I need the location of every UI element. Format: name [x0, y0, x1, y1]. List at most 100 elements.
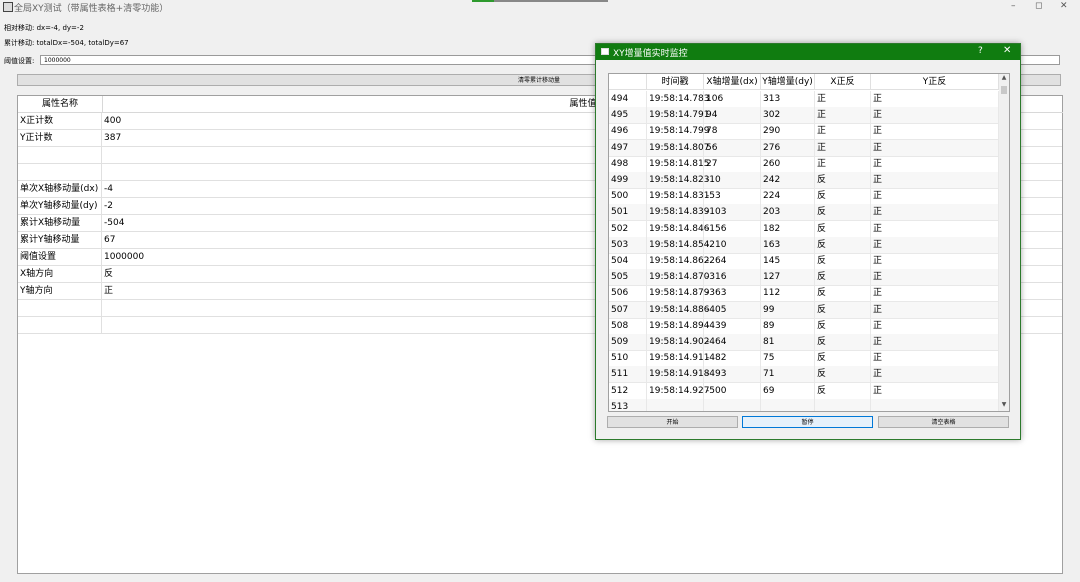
dy-cell[interactable]: 276 [761, 139, 815, 156]
x-sign-cell[interactable]: 反 [815, 285, 871, 302]
property-name-cell[interactable]: 单次Y轴移动量(dy) [18, 198, 102, 214]
close-button[interactable]: ✕ [1060, 1, 1068, 11]
row-number-header[interactable] [609, 74, 647, 90]
dx-cell[interactable]: -464 [704, 334, 761, 350]
row-number-cell[interactable]: 507 [609, 301, 647, 318]
dy-cell[interactable]: 127 [761, 269, 815, 286]
minimize-button[interactable]: – [1011, 1, 1016, 11]
y-sign-cell[interactable]: 正 [871, 139, 999, 156]
timestamp-cell[interactable]: 19:58:14.846 [647, 220, 709, 237]
dx-cell[interactable]: -264 [704, 253, 761, 269]
dx-cell[interactable]: -363 [704, 285, 761, 302]
dy-cell[interactable]: 71 [761, 366, 815, 383]
dx-cell[interactable]: 78 [704, 123, 761, 140]
dx-cell[interactable]: 56 [704, 139, 761, 156]
dx-cell[interactable]: -493 [704, 366, 761, 383]
row-number-cell[interactable]: 512 [609, 382, 647, 399]
property-name-cell[interactable] [18, 317, 102, 333]
row-number-cell[interactable]: 496 [609, 123, 647, 140]
monitor-row[interactable]: 507 19:58:14.886 -405 99 反正 [609, 301, 999, 319]
dx-cell[interactable]: -10 [704, 172, 761, 188]
monitor-row[interactable]: 496 19:58:14.799 78 290 正正 [609, 123, 999, 141]
y-sign-cell[interactable]: 正 [871, 123, 999, 140]
row-number-cell[interactable]: 499 [609, 172, 647, 188]
y-sign-cell[interactable]: 正 [871, 253, 999, 269]
dx-cell[interactable]: -156 [704, 220, 761, 237]
dy-cell[interactable]: 163 [761, 236, 815, 253]
dy-cell[interactable]: 69 [761, 382, 815, 399]
y-sign-cell[interactable]: 正 [871, 236, 999, 253]
dy-cell[interactable]: 260 [761, 155, 815, 172]
property-name-cell[interactable] [18, 300, 102, 316]
property-name-cell[interactable]: 累计Y轴移动量 [18, 232, 102, 248]
monitor-row[interactable]: 512 19:58:14.927 -500 69 反正 [609, 382, 999, 400]
x-sign-cell[interactable]: 反 [815, 172, 871, 188]
scroll-up-icon[interactable]: ▲ [999, 74, 1009, 84]
clear-table-button[interactable]: 清空表格 [878, 416, 1009, 428]
row-number-cell[interactable]: 498 [609, 155, 647, 172]
y-sign-cell[interactable]: 正 [871, 285, 999, 302]
y-sign-cell[interactable]: 正 [871, 172, 999, 188]
start-button[interactable]: 开始 [607, 416, 738, 428]
x-sign-cell[interactable]: 正 [815, 107, 871, 124]
x-sign-cell[interactable]: 反 [815, 188, 871, 205]
y-sign-header[interactable]: Y正反 [871, 74, 999, 90]
monitor-row[interactable]: 509 19:58:14.902 -464 81 反正 [609, 334, 999, 351]
row-number-cell[interactable]: 502 [609, 220, 647, 237]
timestamp-cell[interactable]: 19:58:14.879 [647, 285, 709, 302]
x-sign-header[interactable]: X正反 [815, 74, 871, 90]
row-number-cell[interactable]: 497 [609, 139, 647, 156]
monitor-row[interactable]: 504 19:58:14.862 -264 145 反正 [609, 253, 999, 270]
row-number-cell[interactable]: 506 [609, 285, 647, 302]
dx-cell[interactable]: -405 [704, 301, 761, 318]
scroll-down-icon[interactable]: ▼ [999, 401, 1009, 411]
timestamp-cell[interactable]: 19:58:14.815 [647, 155, 709, 172]
monitor-row[interactable]: 501 19:58:14.839 -103 203 反正 [609, 204, 999, 222]
monitor-row[interactable]: 511 19:58:14.918 -493 71 反正 [609, 366, 999, 384]
timestamp-cell[interactable]: 19:58:14.911 [647, 350, 709, 367]
timestamp-cell[interactable]: 19:58:14.783 [647, 91, 709, 107]
row-number-cell[interactable]: 513 [609, 398, 647, 411]
x-sign-cell[interactable]: 正 [815, 155, 871, 172]
timestamp-cell[interactable]: 19:58:14.862 [647, 253, 709, 269]
row-number-cell[interactable]: 511 [609, 366, 647, 383]
dx-cell[interactable]: -103 [704, 204, 761, 221]
y-sign-cell[interactable]: 正 [871, 350, 999, 367]
dy-cell[interactable]: 203 [761, 204, 815, 221]
monitor-row[interactable]: 508 19:58:14.894 -439 89 反正 [609, 317, 999, 335]
dx-cell[interactable]: -482 [704, 350, 761, 367]
property-name-cell[interactable]: Y正计数 [18, 130, 102, 146]
monitor-row[interactable]: 495 19:58:14.791 94 302 正正 [609, 107, 999, 125]
monitor-row[interactable]: 498 19:58:14.815 27 260 正正 [609, 155, 999, 173]
timestamp-cell[interactable]: 19:58:14.902 [647, 334, 709, 350]
row-number-cell[interactable]: 505 [609, 269, 647, 286]
x-sign-cell[interactable]: 正 [815, 91, 871, 107]
timestamp-cell[interactable]: 19:58:14.823 [647, 172, 709, 188]
monitor-row[interactable]: 503 19:58:14.854 -210 163 反正 [609, 236, 999, 254]
monitor-row[interactable]: 513 [609, 398, 999, 411]
x-sign-cell[interactable]: 反 [815, 236, 871, 253]
row-number-cell[interactable]: 509 [609, 334, 647, 350]
dy-cell[interactable]: 242 [761, 172, 815, 188]
dy-cell[interactable]: 75 [761, 350, 815, 367]
timestamp-cell[interactable]: 19:58:14.854 [647, 236, 709, 253]
dy-cell[interactable]: 81 [761, 334, 815, 350]
property-name-cell[interactable]: X轴方向 [18, 266, 102, 282]
property-name-cell[interactable]: X正计数 [18, 113, 102, 129]
timestamp-cell[interactable] [647, 398, 704, 411]
dy-header[interactable]: Y轴增量(dy) [761, 74, 815, 90]
dx-cell[interactable]: 27 [704, 155, 761, 172]
y-sign-cell[interactable]: 正 [871, 204, 999, 221]
dy-cell[interactable]: 290 [761, 123, 815, 140]
help-button[interactable]: ? [978, 46, 983, 56]
timestamp-cell[interactable]: 19:58:14.918 [647, 366, 709, 383]
dy-cell[interactable]: 112 [761, 285, 815, 302]
dx-cell[interactable]: -53 [704, 188, 761, 205]
x-sign-cell[interactable]: 反 [815, 220, 871, 237]
pause-button[interactable]: 暂停 [742, 416, 873, 428]
timestamp-cell[interactable]: 19:58:14.927 [647, 382, 709, 399]
y-sign-cell[interactable]: 正 [871, 220, 999, 237]
property-name-cell[interactable]: 累计X轴移动量 [18, 215, 102, 231]
vertical-scrollbar[interactable]: ▲ ▼ [999, 74, 1009, 411]
timestamp-cell[interactable]: 19:58:14.894 [647, 317, 709, 334]
